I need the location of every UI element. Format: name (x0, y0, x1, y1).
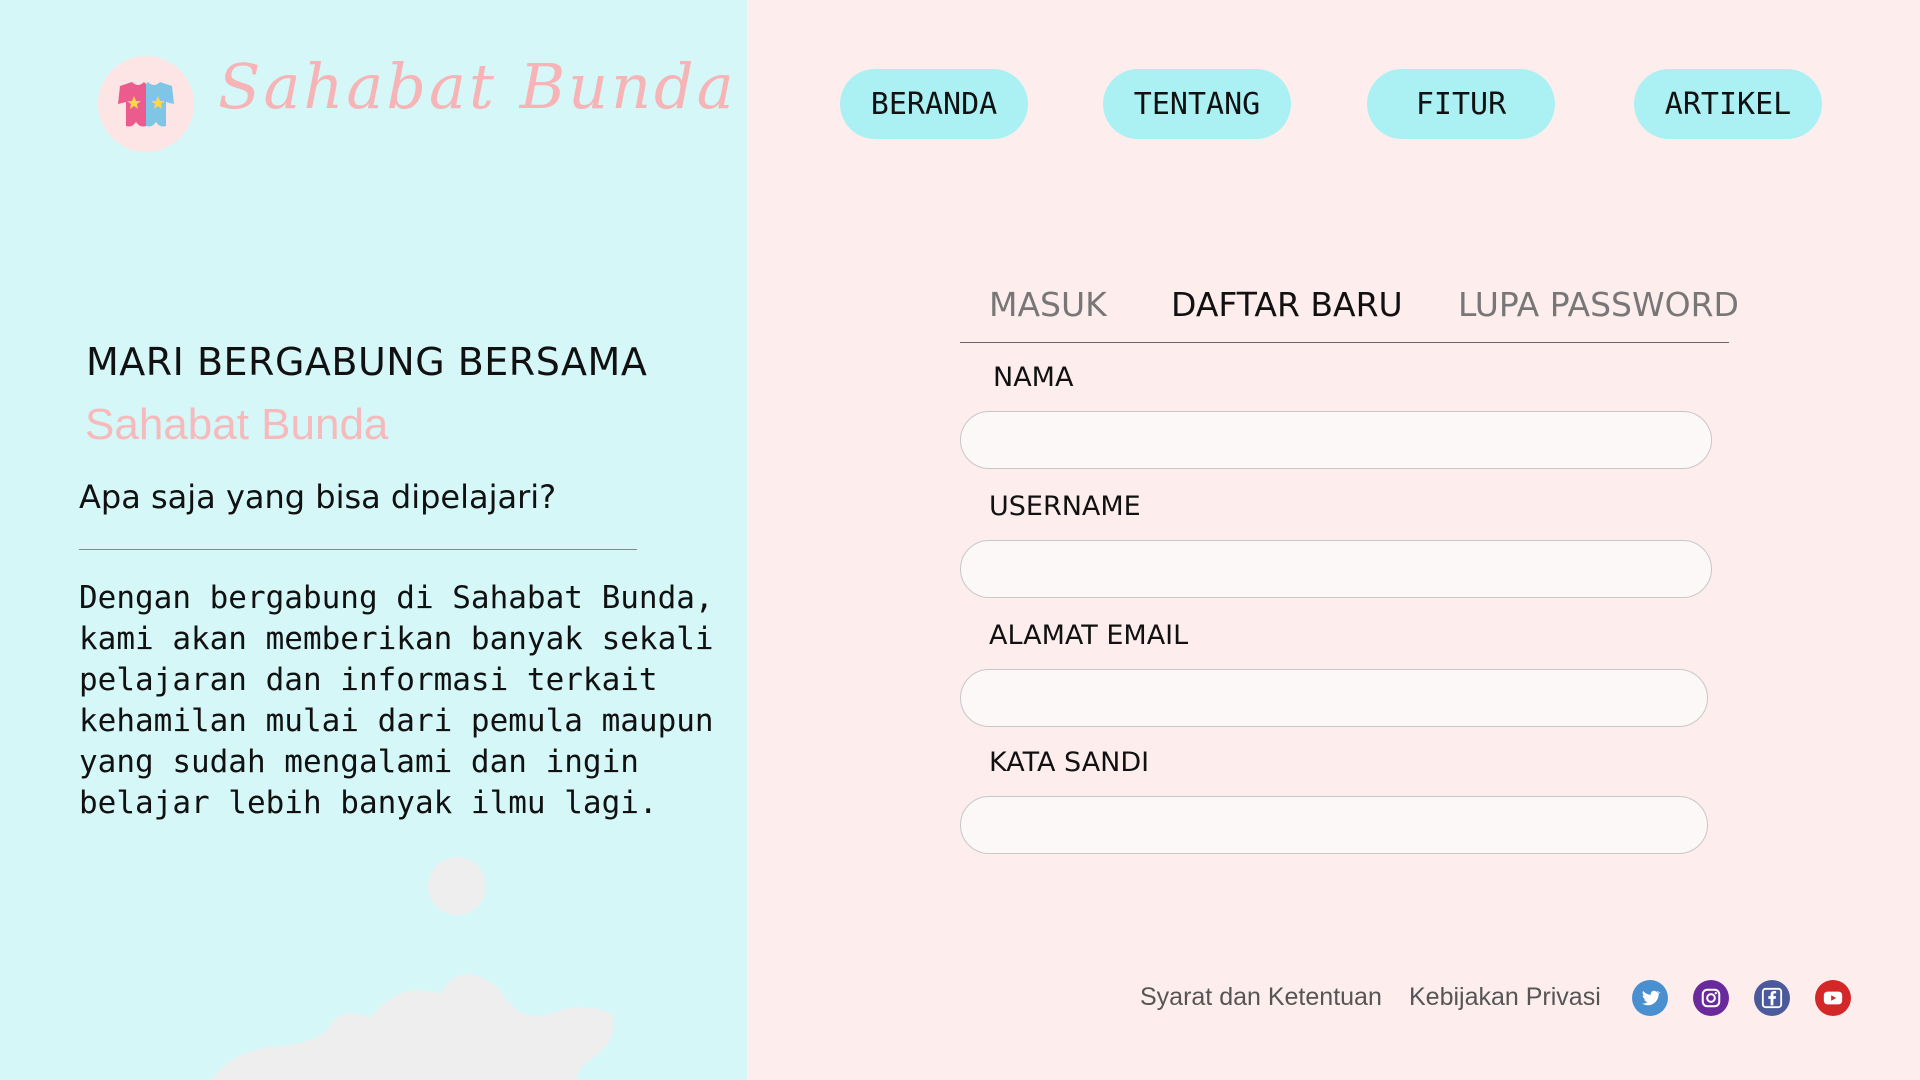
intro-divider (79, 549, 637, 550)
nav-fitur-button[interactable]: FITUR (1367, 69, 1555, 139)
instagram-icon[interactable] (1693, 980, 1729, 1016)
splash-dot-decoration (428, 857, 486, 915)
tabs-underline (960, 342, 1729, 343)
nav-tentang-button[interactable]: TENTANG (1103, 69, 1291, 139)
kebijakan-link[interactable]: Kebijakan Privasi (1409, 983, 1601, 1012)
intro-description: Dengan bergabung di Sahabat Bunda, kami … (79, 580, 714, 821)
intro-heading: MARI BERGABUNG BERSAMA (86, 340, 648, 384)
username-input[interactable] (960, 540, 1712, 598)
tab-masuk[interactable]: MASUK (989, 285, 1107, 324)
baby-clothes-icon (118, 82, 174, 127)
tab-daftar-baru[interactable]: DAFTAR BARU (1171, 285, 1403, 324)
email-input[interactable] (960, 669, 1708, 727)
logo (98, 56, 194, 152)
nav-beranda-button[interactable]: BERANDA (840, 69, 1028, 139)
youtube-icon[interactable] (1815, 980, 1851, 1016)
facebook-icon[interactable] (1754, 980, 1790, 1016)
left-panel: Sahabat Bunda MARI BERGABUNG BERSAMA Sah… (0, 0, 747, 1080)
email-label: ALAMAT EMAIL (989, 620, 1189, 651)
splash-decoration (211, 974, 614, 1080)
nav-artikel-button[interactable]: ARTIKEL (1634, 69, 1822, 139)
intro-question: Apa saja yang bisa dipelajari? (79, 478, 557, 516)
brand-logo-text: Sahabat Bunda (218, 50, 737, 123)
kata-sandi-input[interactable] (960, 796, 1708, 854)
username-label: USERNAME (989, 491, 1141, 522)
intro-subheading: Sahabat Bunda (85, 400, 389, 449)
nama-input[interactable] (960, 411, 1712, 469)
kata-sandi-label: KATA SANDI (989, 747, 1150, 778)
syarat-link[interactable]: Syarat dan Ketentuan (1140, 983, 1382, 1012)
tab-lupa-password[interactable]: LUPA PASSWORD (1458, 285, 1739, 324)
nama-label: NAMA (993, 362, 1074, 393)
twitter-icon[interactable] (1632, 980, 1668, 1016)
